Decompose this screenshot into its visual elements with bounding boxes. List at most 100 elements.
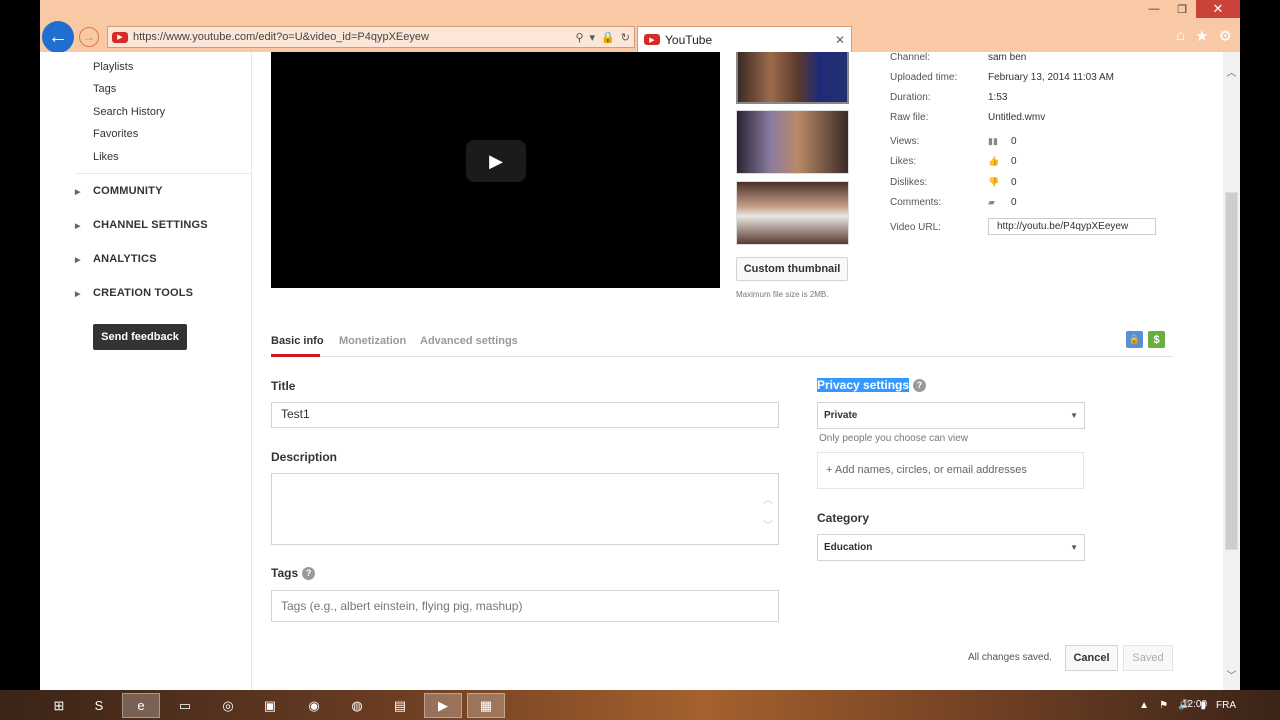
tray-arrow-icon[interactable]: ▲ <box>1139 700 1149 711</box>
favorites-star-icon[interactable]: ★ <box>1195 27 1208 45</box>
cancel-button[interactable]: Cancel <box>1065 645 1118 671</box>
clock[interactable]: 12:00 <box>1182 699 1207 710</box>
textarea-scroll-arrows[interactable]: ︿ ﹀ <box>763 488 773 540</box>
sidebar-section-creation-tools[interactable]: ▶ CREATION TOOLS <box>75 287 193 299</box>
tab-title: YouTube <box>665 32 713 47</box>
internet-explorer-icon[interactable]: e <box>122 693 160 718</box>
close-tab-icon[interactable]: ✕ <box>835 33 845 47</box>
app-icon[interactable]: ▤ <box>381 693 419 718</box>
likes-value: 0 <box>1011 156 1017 167</box>
window-controls: — ❐ ✕ <box>1140 0 1240 18</box>
forward-button[interactable]: → <box>79 27 99 47</box>
flag-icon[interactable]: ⚑ <box>1159 700 1168 711</box>
file-explorer-icon[interactable]: ▭ <box>166 693 204 718</box>
sidebar-item-search-history[interactable]: Search History <box>93 106 165 118</box>
sidebar-section-community[interactable]: ▶ COMMUNITY <box>75 185 163 197</box>
active-tab-indicator <box>271 354 320 357</box>
title-input[interactable]: Test1 <box>271 402 779 428</box>
add-people-input[interactable]: + Add names, circles, or email addresses <box>817 452 1084 489</box>
tab-basic-info[interactable]: Basic info <box>271 335 324 347</box>
thumbnail-option-2[interactable] <box>736 110 849 174</box>
video-url-field[interactable]: http://youtu.be/P4qypXEeyew <box>988 218 1156 235</box>
refresh-icon[interactable]: ↻ <box>621 31 630 44</box>
page-scrollbar[interactable]: ︿ ﹀ <box>1223 52 1240 690</box>
custom-thumbnail-button[interactable]: Custom thumbnail <box>736 257 848 281</box>
dropdown-icon[interactable]: ▾ <box>590 31 596 44</box>
right-black-border <box>1240 0 1280 720</box>
scroll-down-icon[interactable]: ﹀ <box>1223 667 1240 682</box>
title-label: Title <box>271 379 296 393</box>
skype-icon[interactable]: S <box>80 693 118 718</box>
privacy-hint: Only people you choose can view <box>819 433 968 444</box>
browser-chrome: — ❐ ✕ ← → ▶ https://www.youtube.com/edit… <box>40 0 1240 53</box>
sidebar-item-likes[interactable]: Likes <box>93 151 119 163</box>
app-icon[interactable]: ◍ <box>338 693 376 718</box>
restore-button[interactable]: ❐ <box>1168 0 1196 18</box>
tab-advanced-settings[interactable]: Advanced settings <box>420 335 518 347</box>
sidebar-item-favorites[interactable]: Favorites <box>93 128 138 140</box>
thumbnail-option-3[interactable] <box>736 181 849 245</box>
tags-input[interactable]: Tags (e.g., albert einstein, flying pig,… <box>271 590 779 622</box>
lock-icon[interactable]: 🔒 <box>601 31 615 44</box>
sidebar-section-analytics[interactable]: ▶ ANALYTICS <box>75 253 157 265</box>
privacy-select[interactable]: Private ▼ <box>817 402 1085 429</box>
category-select[interactable]: Education ▼ <box>817 534 1085 561</box>
address-bar[interactable]: ▶ https://www.youtube.com/edit?o=U&video… <box>107 26 635 48</box>
saved-button[interactable]: Saved <box>1123 645 1173 671</box>
comment-bubble-icon: ▰ <box>988 197 995 207</box>
sidebar-item-tags[interactable]: Tags <box>93 83 116 95</box>
start-button-icon[interactable]: ⊞ <box>40 693 78 718</box>
thumbnail-image <box>737 182 848 244</box>
search-icon[interactable]: ⚲ <box>575 31 583 44</box>
help-icon[interactable]: ? <box>913 378 927 392</box>
sidebar-section-channel-settings[interactable]: ▶ CHANNEL SETTINGS <box>75 219 208 231</box>
monetization-dollar-icon[interactable]: $ <box>1148 331 1165 348</box>
dislikes-value: 0 <box>1011 177 1017 188</box>
views-label: Views: <box>890 136 920 147</box>
help-icon[interactable]: ? <box>302 566 316 580</box>
chevron-down-icon: ▼ <box>1070 543 1078 552</box>
tab-monetization[interactable]: Monetization <box>339 335 406 347</box>
home-icon[interactable]: ⌂ <box>1176 27 1185 45</box>
firefox-icon[interactable]: ◉ <box>295 693 333 718</box>
app-icon[interactable]: ▣ <box>251 693 289 718</box>
edit-tabs: Basic info Monetization Advanced setting… <box>271 327 1173 357</box>
gear-icon[interactable]: ⚙ <box>1219 27 1232 45</box>
expand-arrow-icon: ▶ <box>75 257 81 264</box>
privacy-settings-text: Privacy settings <box>817 378 910 392</box>
url-text: https://www.youtube.com/edit?o=U&video_i… <box>133 31 429 43</box>
scroll-up-icon[interactable]: ︿ <box>1223 64 1240 79</box>
back-button[interactable]: ← <box>42 21 74 53</box>
windows-taskbar: ⊞ S e ▭ ◎ ▣ ◉ ◍ ▤ ▶ ▦ ▲ ⚑ 🔊 ▮ FRA 12:00 <box>0 690 1280 720</box>
save-status: All changes saved. <box>968 652 1052 663</box>
raw-file-label: Raw file: <box>890 112 929 123</box>
play-icon[interactable]: ▶ <box>466 140 526 182</box>
video-url-label: Video URL: <box>890 222 941 233</box>
tags-label-text: Tags <box>271 566 299 580</box>
privacy-lock-icon[interactable]: 🔒 <box>1126 331 1143 348</box>
comments-label: Comments: <box>890 197 942 208</box>
bar-chart-icon: ▮▮ <box>988 136 998 146</box>
description-label: Description <box>271 450 338 464</box>
description-textarea[interactable] <box>271 473 779 545</box>
chrome-icon[interactable]: ◎ <box>209 693 247 718</box>
camtasia-icon[interactable]: ▶ <box>424 693 462 718</box>
expand-arrow-icon: ▶ <box>75 189 81 196</box>
video-player[interactable]: ▶ <box>271 52 720 288</box>
chevron-down-icon: ▼ <box>1070 411 1078 420</box>
close-window-button[interactable]: ✕ <box>1196 0 1240 18</box>
tags-label: Tags? <box>271 566 316 580</box>
category-value: Education <box>824 542 873 553</box>
sidebar: Playlists Tags Search History Favorites … <box>40 52 252 690</box>
max-file-size-note: Maximum file size is 2MB. <box>736 290 829 299</box>
thumbnail-image <box>737 111 848 173</box>
app-icon[interactable]: ▦ <box>467 693 505 718</box>
browser-tab[interactable]: ▶ YouTube ✕ <box>637 26 852 52</box>
minimize-button[interactable]: — <box>1140 0 1168 18</box>
sidebar-item-playlists[interactable]: Playlists <box>93 61 133 73</box>
send-feedback-button[interactable]: Send feedback <box>93 324 187 350</box>
scrollbar-thumb[interactable] <box>1225 192 1238 550</box>
language-indicator[interactable]: FRA <box>1216 700 1236 711</box>
thumbnail-option-1[interactable] <box>736 52 849 104</box>
sidebar-divider <box>75 173 251 174</box>
